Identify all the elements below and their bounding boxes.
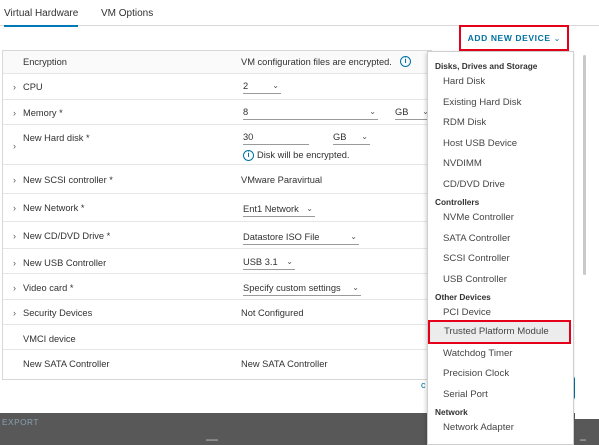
chevron-down-icon: ⌄ xyxy=(553,33,561,43)
row-cpu[interactable]: › CPU 2 ⌄ xyxy=(3,73,433,99)
row-scsi-controller[interactable]: › New SCSI controller * VMware Paravirtu… xyxy=(3,164,433,193)
info-icon[interactable]: i xyxy=(400,56,411,67)
menu-item-network-adapter[interactable]: Network Adapter xyxy=(443,422,514,433)
hard-disk-size-input[interactable]: 30 xyxy=(243,132,309,145)
cd-dvd-select[interactable]: Datastore ISO File ⌄ xyxy=(243,232,359,245)
menu-item-nvdimm[interactable]: NVDIMM xyxy=(443,158,482,169)
chevron-down-icon: ⌄ xyxy=(361,132,368,141)
row-security-devices[interactable]: › Security Devices Not Configured xyxy=(3,299,433,324)
virtual-hardware-grid: Encryption VM configuration files are en… xyxy=(2,50,433,381)
usb-select[interactable]: USB 3.1 ⌄ xyxy=(243,257,295,270)
tab-bar: Virtual Hardware VM Options xyxy=(0,0,599,27)
menu-item-hard-disk[interactable]: Hard Disk xyxy=(443,76,485,87)
menu-item-watchdog[interactable]: Watchdog Timer xyxy=(443,348,513,359)
menu-item-usb[interactable]: USB Controller xyxy=(443,274,507,285)
sata-value: New SATA Controller xyxy=(241,359,328,369)
scsi-label: New SCSI controller * xyxy=(23,175,113,185)
network-select[interactable]: Ent1 Network ⌄ xyxy=(243,204,315,217)
cpu-label: CPU xyxy=(23,82,43,92)
chevron-right-icon[interactable]: › xyxy=(13,283,16,293)
scrollbar-thumb[interactable] xyxy=(583,55,586,275)
add-device-menu: Disks, Drives and Storage Hard Disk Exis… xyxy=(427,51,574,445)
hard-disk-unit-select[interactable]: GB ⌄ xyxy=(333,132,370,145)
bottom-text-fragment-right: ▬ xyxy=(580,437,586,443)
add-new-device-button[interactable]: ADD NEW DEVICE ⌄ xyxy=(459,25,569,51)
network-label: New Network * xyxy=(23,203,85,213)
chevron-right-icon[interactable]: › xyxy=(13,231,16,241)
scsi-value: VMware Paravirtual xyxy=(241,175,323,185)
memory-label: Memory * xyxy=(23,108,63,118)
security-label: Security Devices xyxy=(23,308,93,318)
sata-label: New SATA Controller xyxy=(23,359,110,369)
menu-item-rdm-disk[interactable]: RDM Disk xyxy=(443,117,486,128)
menu-header-disks: Disks, Drives and Storage xyxy=(435,61,538,71)
row-memory[interactable]: › Memory * 8 ⌄ GB ⌄ xyxy=(3,99,433,124)
chevron-right-icon[interactable]: › xyxy=(13,141,16,151)
tab-virtual-hardware[interactable]: Virtual Hardware xyxy=(4,8,79,27)
cpu-select[interactable]: 2 ⌄ xyxy=(243,81,281,94)
scrollbar[interactable] xyxy=(575,51,599,419)
memory-input[interactable]: 8 ⌄ xyxy=(243,107,378,120)
menu-header-network: Network xyxy=(435,407,468,417)
security-value: Not Configured xyxy=(241,308,304,318)
encryption-value: VM configuration files are encrypted. xyxy=(241,57,392,67)
usb-label: New USB Controller xyxy=(23,258,107,268)
vmci-label: VMCI device xyxy=(23,334,76,344)
row-network[interactable]: › New Network * Ent1 Network ⌄ xyxy=(3,193,433,221)
row-encryption: Encryption VM configuration files are en… xyxy=(3,51,433,73)
cd-dvd-label: New CD/DVD Drive * xyxy=(23,231,111,241)
row-hard-disk[interactable]: › New Hard disk * 30 GB ⌄ i Disk will be … xyxy=(3,124,433,164)
chevron-right-icon[interactable]: › xyxy=(13,258,16,268)
menu-header-other: Other Devices xyxy=(435,292,491,302)
info-icon: i xyxy=(243,150,254,161)
add-new-device-label: ADD NEW DEVICE xyxy=(467,33,551,43)
menu-item-trusted-platform-module[interactable]: Trusted Platform Module xyxy=(428,320,571,344)
encryption-label: Encryption xyxy=(23,57,67,67)
chevron-down-icon: ⌄ xyxy=(350,232,357,241)
chevron-right-icon[interactable]: › xyxy=(13,203,16,213)
export-link[interactable]: EXPORT xyxy=(2,417,39,427)
row-usb-controller[interactable]: › New USB Controller USB 3.1 ⌄ xyxy=(3,248,433,273)
chevron-right-icon[interactable]: › xyxy=(13,82,16,92)
menu-item-precision-clock[interactable]: Precision Clock xyxy=(443,368,509,379)
video-label: Video card * xyxy=(23,283,74,293)
row-video-card[interactable]: › Video card * Specify custom settings ⌄ xyxy=(3,273,433,299)
chevron-right-icon[interactable]: › xyxy=(13,308,16,318)
chevron-right-icon[interactable]: › xyxy=(13,108,16,118)
tab-vm-options[interactable]: VM Options xyxy=(101,8,153,19)
row-sata-controller[interactable]: New SATA Controller New SATA Controller xyxy=(3,349,433,381)
chevron-down-icon: ⌄ xyxy=(369,107,376,116)
hard-disk-label: New Hard disk * xyxy=(23,133,90,143)
menu-item-scsi[interactable]: SCSI Controller xyxy=(443,253,510,264)
video-select[interactable]: Specify custom settings ⌄ xyxy=(243,283,361,296)
menu-item-serial-port[interactable]: Serial Port xyxy=(443,389,488,400)
bottom-text-fragment: ▬▬ xyxy=(206,437,218,443)
menu-item-host-usb[interactable]: Host USB Device xyxy=(443,138,517,149)
row-vmci-device: VMCI device xyxy=(3,324,433,349)
menu-item-pci[interactable]: PCI Device xyxy=(443,307,491,318)
row-cd-dvd[interactable]: › New CD/DVD Drive * Datastore ISO File ⌄ xyxy=(3,221,433,248)
menu-item-sata[interactable]: SATA Controller xyxy=(443,233,510,244)
chevron-down-icon: ⌄ xyxy=(286,257,293,266)
chevron-down-icon: ⌄ xyxy=(272,81,279,90)
menu-item-nvme[interactable]: NVMe Controller xyxy=(443,212,514,223)
menu-item-cd-dvd[interactable]: CD/DVD Drive xyxy=(443,179,505,190)
memory-unit-select[interactable]: GB ⌄ xyxy=(395,107,431,120)
menu-header-controllers: Controllers xyxy=(435,197,480,207)
menu-item-existing-hard-disk[interactable]: Existing Hard Disk xyxy=(443,97,521,108)
cancel-button-partial[interactable]: c xyxy=(421,380,426,390)
chevron-down-icon: ⌄ xyxy=(306,204,313,213)
disk-encrypted-note: Disk will be encrypted. xyxy=(257,150,350,160)
chevron-right-icon[interactable]: › xyxy=(13,175,16,185)
chevron-down-icon: ⌄ xyxy=(352,283,359,292)
